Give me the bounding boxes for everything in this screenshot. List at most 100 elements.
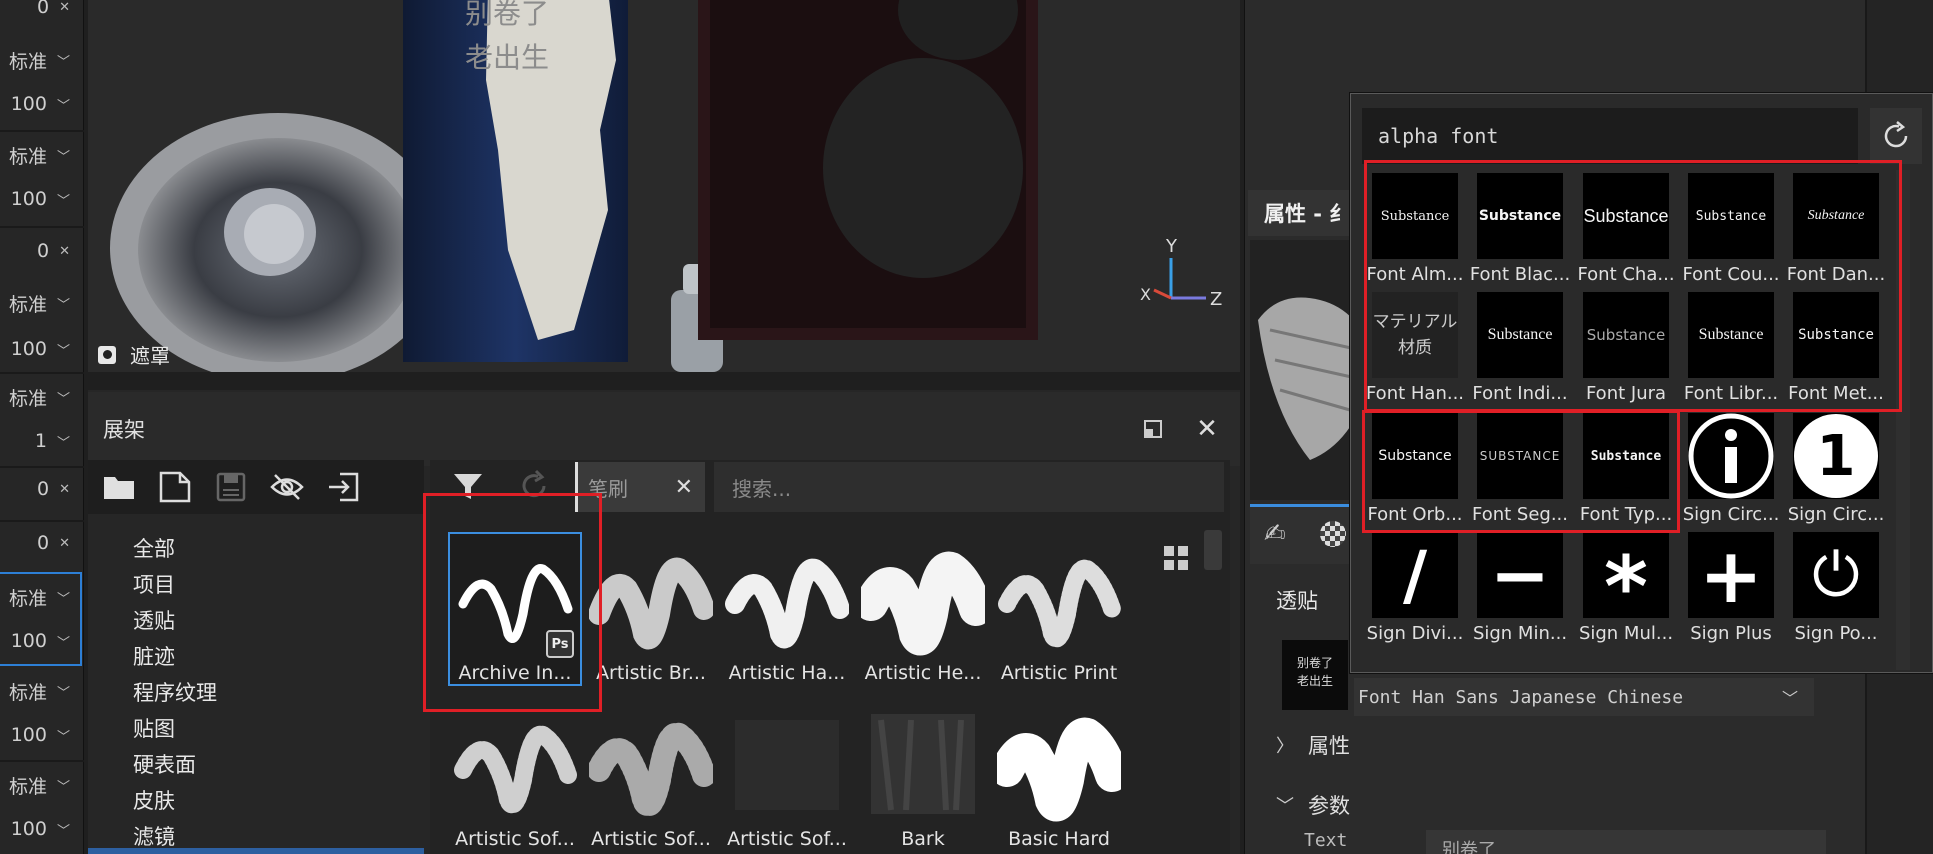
blend-mode-dropdown[interactable]: 标准 ﹀: [0, 668, 84, 714]
close-icon[interactable]: ✕: [1192, 414, 1222, 444]
search-placeholder: 搜索...: [732, 476, 792, 501]
shelf-title: 展架: [103, 418, 145, 442]
refresh-button[interactable]: [1870, 108, 1922, 164]
picker-item[interactable]: / Sign Divi...: [1362, 532, 1468, 652]
close-icon[interactable]: ✕: [675, 475, 693, 500]
opacity-dropdown[interactable]: 100 ﹀: [0, 176, 84, 222]
new-shelf-icon[interactable]: [154, 466, 196, 508]
sign-circle-info-icon: i: [1688, 413, 1774, 499]
params-section[interactable]: ﹀ 参数: [1276, 790, 1350, 820]
opacity-dropdown[interactable]: 100 ﹀: [0, 326, 84, 372]
picker-item[interactable]: ⏻ Sign Po...: [1783, 532, 1889, 652]
layer-opacity-row[interactable]: 0 ✕: [0, 0, 84, 30]
category-textures[interactable]: 贴图: [133, 713, 175, 743]
picker-search-input[interactable]: alpha font: [1362, 108, 1858, 164]
close-icon[interactable]: ✕: [59, 0, 70, 15]
chevron-down-icon: ﹀: [56, 685, 70, 701]
close-icon[interactable]: ✕: [59, 244, 70, 259]
grid-view-icon[interactable]: [1158, 540, 1194, 576]
brush-tile[interactable]: Artistic He...: [856, 534, 990, 684]
can-label-text: 别卷了 老出生: [464, 0, 549, 74]
brush-tile[interactable]: Artistic Sof...: [720, 700, 854, 850]
import-icon[interactable]: [322, 466, 364, 508]
3d-viewport[interactable]: Y Z X 别卷了 老出生: [88, 0, 1240, 372]
text-param-input[interactable]: 别卷了: [1426, 830, 1826, 854]
blend-mode-dropdown[interactable]: 标准 ﹀: [0, 574, 84, 620]
decal-thumbnail[interactable]: 别卷了 老出生: [1282, 640, 1348, 710]
params-label: 参数: [1308, 794, 1350, 818]
category-grunges[interactable]: 脏迹: [133, 641, 175, 671]
brush-tile[interactable]: Artistic Sof...: [448, 700, 582, 850]
row-value: 标准: [8, 587, 47, 610]
blend-mode-dropdown[interactable]: 标准 ﹀: [0, 374, 84, 420]
shelf-search-input[interactable]: 搜索...: [714, 462, 1224, 512]
picker-item[interactable]: * Sign Mul...: [1573, 532, 1679, 652]
brush-thumbnail: [998, 559, 1121, 648]
properties-tabs: ✍: [1250, 504, 1350, 564]
picker-item-label: Sign Po...: [1794, 623, 1878, 644]
picker-item-label: Sign Circ...: [1682, 504, 1780, 525]
brush-tile[interactable]: Basic Hard: [992, 700, 1126, 850]
save-icon[interactable]: [210, 466, 252, 508]
chevron-down-icon: ﹀: [1276, 796, 1294, 817]
brush-tile[interactable]: Artistic Ha...: [720, 534, 854, 684]
opacity-dropdown[interactable]: 100 ﹀: [0, 806, 84, 852]
brush-tile[interactable]: Artistic Br...: [584, 534, 718, 684]
row-value: 标准: [8, 681, 47, 704]
picker-item[interactable]: − Sign Min...: [1467, 532, 1573, 652]
maximize-icon[interactable]: [1140, 416, 1166, 442]
chevron-down-icon: ﹀: [56, 729, 70, 745]
category-skin[interactable]: 皮肤: [133, 785, 175, 815]
category-alphas[interactable]: 透贴: [133, 605, 175, 635]
category-procedurals[interactable]: 程序纹理: [133, 677, 217, 707]
close-icon[interactable]: ✕: [59, 482, 70, 497]
category-all[interactable]: 全部: [133, 533, 175, 563]
picker-item-label: Sign Plus: [1690, 623, 1772, 644]
layer-opacity-row[interactable]: 0 ✕: [0, 466, 84, 512]
opacity-dropdown[interactable]: 100 ﹀: [0, 81, 84, 127]
opacity-dropdown[interactable]: 100 ﹀: [0, 712, 84, 758]
brush-label: Artistic Sof...: [591, 828, 711, 850]
brush-tile[interactable]: Bark: [856, 700, 990, 850]
blend-mode-dropdown[interactable]: 标准 ﹀: [0, 762, 84, 808]
opacity-dropdown[interactable]: 1 ﹀: [0, 418, 84, 464]
row-value: 标准: [8, 50, 47, 73]
blend-mode-dropdown[interactable]: 标准 ﹀: [0, 280, 84, 326]
category-filters[interactable]: 滤镜: [133, 821, 175, 851]
category-hard-surfaces[interactable]: 硬表面: [133, 749, 196, 779]
brush-tab-icon[interactable]: ✍: [1264, 519, 1286, 549]
brush-label: Artistic Sof...: [455, 828, 575, 850]
brush-thumbnail: [735, 720, 839, 810]
blend-mode-dropdown[interactable]: 标准 ﹀: [0, 132, 84, 178]
shelf-scrollbar[interactable]: [1204, 530, 1222, 570]
picker-item[interactable]: i Sign Circ...: [1678, 413, 1784, 533]
brush-label: Bark: [901, 828, 945, 850]
picker-item[interactable]: + Sign Plus: [1678, 532, 1784, 652]
category-project[interactable]: 项目: [133, 569, 175, 599]
layer-opacity-row[interactable]: 0 ✕: [0, 520, 84, 566]
brush-tile[interactable]: Artistic Sof...: [584, 700, 718, 850]
layer-properties-strip: 0 ✕ 标准 ﹀ 100 ﹀ 标准 ﹀ 100 ﹀ 0 ✕ 标准 ﹀ 100 ﹀ 标准 ﹀ 1 ﹀ …: [0, 0, 84, 854]
picker-item-label: Sign Mul...: [1578, 623, 1674, 644]
brush-label: Artistic Print: [1000, 662, 1118, 684]
brush-thumbnail: [589, 722, 713, 817]
brush-thumbnail: [454, 725, 577, 814]
layer-opacity-row[interactable]: 0 ✕: [0, 228, 84, 274]
folder-icon[interactable]: [98, 466, 140, 508]
close-icon[interactable]: ✕: [59, 536, 70, 551]
brush-tile[interactable]: Artistic Print: [992, 534, 1126, 684]
chevron-down-icon: ﹀: [56, 193, 70, 209]
mask-label: 遮罩: [130, 344, 170, 368]
mask-toggle[interactable]: 遮罩: [98, 340, 170, 369]
material-tab-icon[interactable]: [1320, 521, 1346, 547]
attributes-section[interactable]: 〉 属性: [1276, 730, 1350, 760]
font-selector[interactable]: Font Han Sans Japanese Chinese ﹀: [1354, 678, 1814, 716]
row-value: 1: [34, 430, 47, 452]
picker-item-label: Sign Divi...: [1366, 623, 1464, 644]
opacity-dropdown[interactable]: 100 ﹀: [0, 618, 84, 664]
blend-mode-dropdown[interactable]: 标准 ﹀: [0, 37, 84, 83]
eye-hidden-icon[interactable]: [266, 466, 308, 508]
chevron-down-icon: ﹀: [56, 823, 70, 839]
picker-item[interactable]: 1 Sign Circ...: [1783, 413, 1889, 533]
chevron-right-icon: 〉: [1276, 736, 1294, 757]
